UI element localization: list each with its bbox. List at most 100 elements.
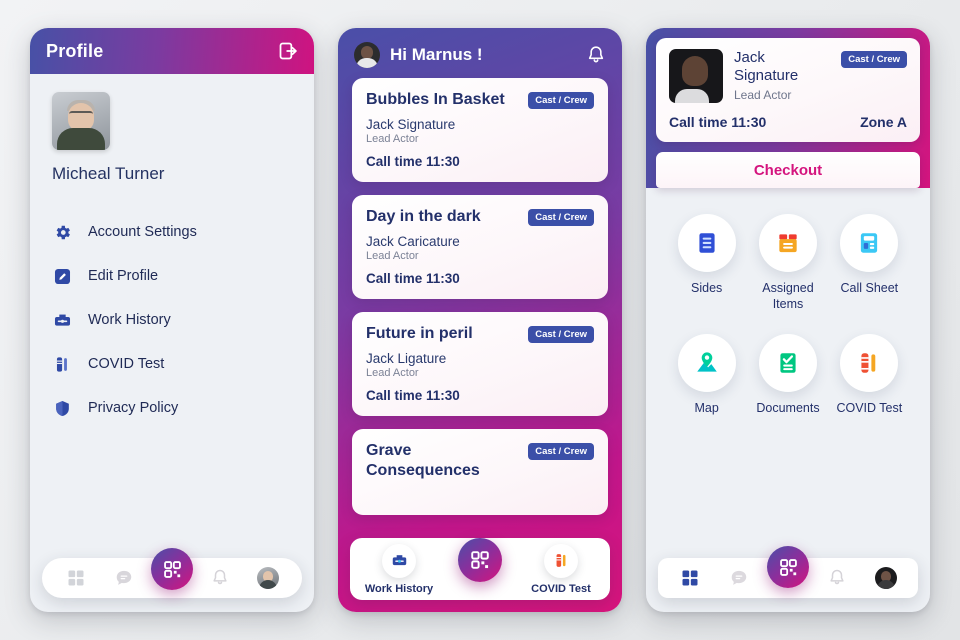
menu-item-covid-test[interactable]: COVID Test xyxy=(52,342,292,386)
screenshot-stage: Profile Micheal Turner Account Settings xyxy=(0,0,960,640)
job-card[interactable]: Day in the dark Cast / Crew Jack Caricat… xyxy=(352,195,608,299)
actor-name: Jack Signature xyxy=(734,49,799,84)
box-package-icon xyxy=(758,214,817,272)
menu-item-label: Account Settings xyxy=(88,224,197,240)
job-card[interactable]: Bubbles In Basket Cast / Crew Jack Signa… xyxy=(352,78,608,182)
job-role: Lead Actor xyxy=(366,250,419,262)
job-title: Future in peril xyxy=(366,325,473,342)
user-name: Micheal Turner xyxy=(52,164,165,183)
nav-item-label: Work History xyxy=(364,582,434,595)
detail-header: Jack Signature Lead Actor Cast / Crew Ca… xyxy=(646,28,930,188)
menu-item-privacy-policy[interactable]: Privacy Policy xyxy=(52,386,292,430)
map-pin-icon xyxy=(677,334,736,393)
job-title: Grave Consequences xyxy=(366,442,480,479)
job-card-list: Bubbles In Basket Cast / Crew Jack Signa… xyxy=(338,78,622,515)
nav-item-covid-test[interactable]: COVID Test xyxy=(522,543,600,595)
nav-chat-icon[interactable] xyxy=(728,567,750,589)
document-lines-icon xyxy=(677,214,736,272)
job-title: Day in the dark xyxy=(366,208,481,225)
nav-item-work-history[interactable]: Work History xyxy=(360,543,438,595)
status-badge: Cast / Crew xyxy=(528,209,594,226)
qr-code-icon xyxy=(471,551,489,569)
job-role: Lead Actor xyxy=(366,367,419,379)
phone-profile-screen: Profile Micheal Turner Account Settings xyxy=(30,28,314,612)
nav-item-label: COVID Test xyxy=(531,582,591,595)
job-card[interactable]: Future in peril Cast / Crew Jack Ligatur… xyxy=(352,312,608,416)
checked-document-icon xyxy=(758,334,817,393)
grid-item-label: Call Sheet xyxy=(840,281,899,295)
job-title: Bubbles In Basket xyxy=(366,91,505,108)
job-card[interactable]: Grave Consequences Cast / Crew xyxy=(352,429,608,515)
grid-item-label: Assigned Items xyxy=(762,281,814,311)
job-call-time: Call time 11:30 xyxy=(366,271,460,286)
grid-item-map[interactable]: Map xyxy=(668,334,746,417)
nav-grid-icon[interactable] xyxy=(679,567,701,589)
grid-item-assigned-items[interactable]: Assigned Items xyxy=(749,214,827,312)
greeting-text: Hi Marnus ! xyxy=(390,45,483,64)
grid-item-call-sheet[interactable]: Call Sheet xyxy=(830,214,908,312)
bottom-navigation-bar: Work History COVID Test xyxy=(350,538,610,600)
status-badge: Cast / Crew xyxy=(528,92,594,109)
grid-item-label: Map xyxy=(694,401,719,416)
qr-code-scan-button[interactable] xyxy=(767,546,809,588)
bell-icon[interactable] xyxy=(586,45,606,65)
home-header: Hi Marnus ! xyxy=(338,28,622,78)
grid-item-sides[interactable]: Sides xyxy=(668,214,746,312)
profile-body: Micheal Turner Account Settings Edit Pro… xyxy=(30,74,314,430)
nav-profile-avatar-icon[interactable] xyxy=(874,567,897,589)
job-person: Jack Signature xyxy=(366,117,456,132)
menu-item-label: Work History xyxy=(88,312,171,328)
test-tube-icon xyxy=(52,354,72,374)
grid-item-covid-test[interactable]: COVID Test xyxy=(830,334,908,417)
actor-role: Lead Actor xyxy=(734,88,792,102)
grid-item-documents[interactable]: Documents xyxy=(749,334,827,417)
phone-detail-screen: Jack Signature Lead Actor Cast / Crew Ca… xyxy=(646,28,930,612)
menu-item-label: Edit Profile xyxy=(88,268,159,284)
grid-item-label: Sides xyxy=(691,281,723,295)
status-badge: Cast / Crew xyxy=(528,443,594,460)
job-call-time: Call time 11:30 xyxy=(366,388,460,403)
pencil-edit-icon xyxy=(52,266,72,286)
grid-item-label: Documents xyxy=(756,401,820,416)
zone-label: Zone A xyxy=(860,114,907,130)
gear-icon xyxy=(52,222,72,242)
phone-home-screen: Hi Marnus ! Bubbles In Basket Cast / Cre… xyxy=(338,28,622,612)
nav-bell-icon[interactable] xyxy=(209,567,231,589)
status-badge: Cast / Crew xyxy=(841,51,907,68)
job-role: Lead Actor xyxy=(366,133,419,145)
job-call-time: Call time 11:30 xyxy=(366,154,460,169)
menu-item-label: COVID Test xyxy=(88,356,165,372)
avatar xyxy=(669,49,723,103)
status-badge: Cast / Crew xyxy=(528,326,594,343)
qr-code-icon xyxy=(779,558,797,576)
nav-profile-avatar-icon[interactable] xyxy=(257,567,279,589)
job-person: Jack Caricature xyxy=(366,234,460,249)
test-tube-icon xyxy=(544,543,578,578)
profile-header: Profile xyxy=(30,28,314,74)
grid-item-label: COVID Test xyxy=(836,401,903,416)
menu-item-account-settings[interactable]: Account Settings xyxy=(52,210,292,254)
qr-code-scan-button[interactable] xyxy=(151,548,193,590)
briefcase-icon xyxy=(52,310,72,330)
shield-icon xyxy=(52,398,72,418)
menu-item-label: Privacy Policy xyxy=(88,400,179,416)
test-tube-icon xyxy=(840,334,899,393)
nav-bell-icon[interactable] xyxy=(826,567,848,589)
briefcase-icon xyxy=(382,543,416,578)
profile-menu: Account Settings Edit Profile Work Histo… xyxy=(52,210,292,430)
menu-item-work-history[interactable]: Work History xyxy=(52,298,292,342)
qr-code-scan-button[interactable] xyxy=(458,538,502,582)
nav-grid-icon[interactable] xyxy=(65,567,87,589)
checkout-button[interactable]: Checkout xyxy=(656,152,920,188)
page-title: Profile xyxy=(46,40,104,61)
avatar xyxy=(52,92,110,150)
call-sheet-icon xyxy=(840,214,899,272)
job-person: Jack Ligature xyxy=(366,351,447,366)
logout-icon[interactable] xyxy=(278,41,298,61)
actor-summary-card: Jack Signature Lead Actor Cast / Crew Ca… xyxy=(656,38,920,142)
nav-chat-icon[interactable] xyxy=(113,567,135,589)
menu-item-edit-profile[interactable]: Edit Profile xyxy=(52,254,292,298)
call-time: Call time 11:30 xyxy=(669,114,767,130)
avatar[interactable] xyxy=(354,42,380,68)
qr-code-icon xyxy=(163,560,181,578)
